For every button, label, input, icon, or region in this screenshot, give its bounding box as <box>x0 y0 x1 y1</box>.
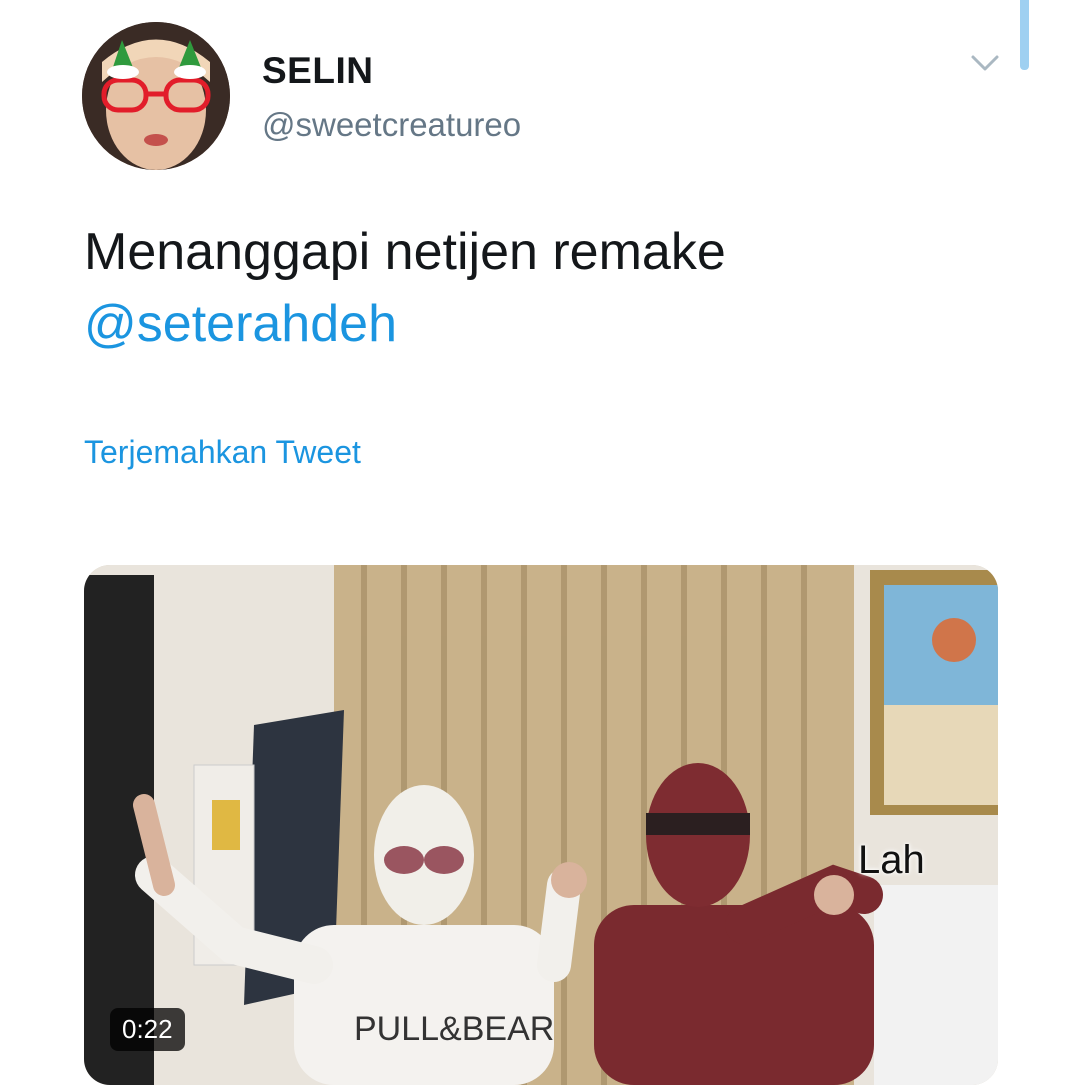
author-handle[interactable]: @sweetcreatureo <box>262 106 521 144</box>
mention-link[interactable]: @seterahdeh <box>84 288 984 360</box>
avatar-image <box>82 22 230 170</box>
translate-tweet-link[interactable]: Terjemahkan Tweet <box>84 434 361 471</box>
video-player[interactable]: PULL&BEAR <box>84 565 998 1085</box>
video-caption-overlay: Lah <box>858 838 925 882</box>
video-thumbnail: PULL&BEAR <box>84 565 998 1085</box>
display-name[interactable]: SELIN <box>262 50 373 92</box>
shirt-text: PULL&BEAR <box>354 1010 554 1048</box>
avatar[interactable] <box>82 22 230 170</box>
tweet-body: Menanggapi netijen remake <box>84 223 726 281</box>
chevron-down-icon <box>971 55 999 71</box>
tweet-menu-button[interactable] <box>965 48 1005 78</box>
video-duration-badge: 0:22 <box>110 1008 185 1051</box>
tweet-text: Menanggapi netijen remake @seterahdeh <box>84 216 984 360</box>
scroll-indicator[interactable] <box>1020 0 1029 70</box>
